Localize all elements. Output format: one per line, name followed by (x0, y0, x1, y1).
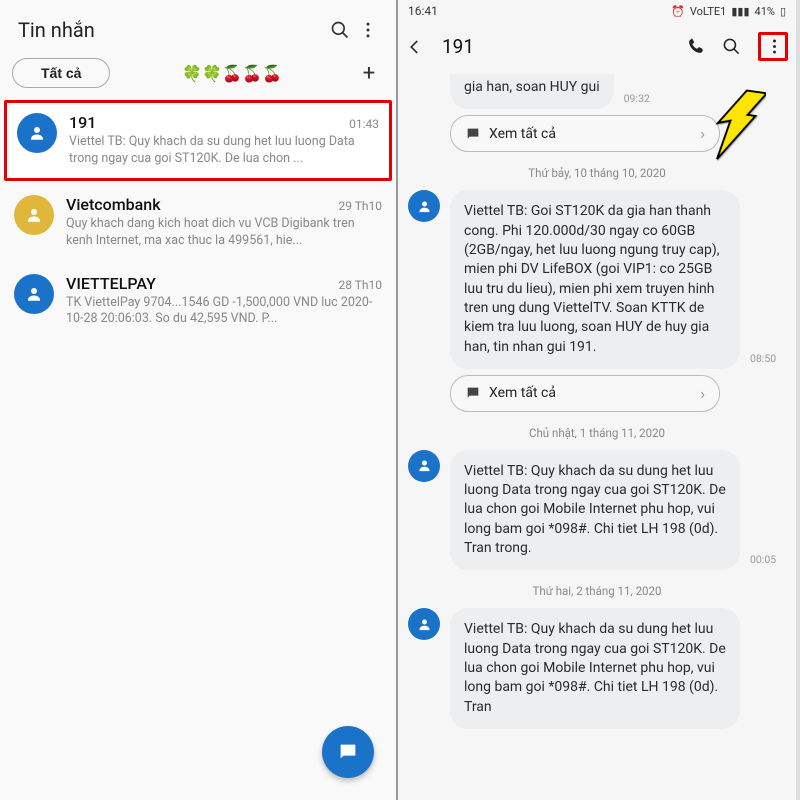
phone-messages-list: Tin nhắn Tất cả 🍀🍀🍒🍒🍒 + 191 01:43 Viettel … (0, 0, 398, 800)
conversation-time: 29 Th10 (339, 199, 383, 213)
view-all-label: Xem tất cả (489, 385, 556, 401)
status-time: 16:41 (408, 4, 438, 18)
avatar (14, 274, 54, 314)
thread-scroll[interactable]: gia han, soan HUY gui 09:32 Xem tất cả ›… (398, 74, 796, 800)
conversation-list: 191 01:43 Viettel TB: Quy khach da su dung… (0, 100, 396, 340)
app-title: Tin nhắn (18, 18, 326, 42)
view-all-label: Xem tất cả (489, 126, 556, 142)
back-icon[interactable] (406, 38, 432, 56)
conversation-preview: TK ViettelPay 9704...1546 GD -1,500,000 … (66, 295, 382, 329)
search-icon[interactable] (722, 37, 752, 56)
date-separator: Chủ nhật, 1 tháng 11, 2020 (408, 426, 786, 440)
chat-icon (465, 126, 481, 142)
battery-text: 41% (755, 5, 775, 18)
conversation-time: 28 Th10 (339, 278, 383, 292)
thread-header: 191 (398, 22, 796, 71)
message-bubble[interactable]: Viettel TB: Quy khach da su dung het luu… (450, 608, 740, 729)
conversation-name: 191 (69, 113, 96, 132)
date-separator: Thứ bảy, 10 tháng 10, 2020 (408, 166, 786, 180)
more-icon[interactable] (354, 16, 382, 44)
conversation-preview: Quy khach dang kich hoat dich vu VCB Dig… (66, 216, 382, 250)
view-all-button[interactable]: Xem tất cả › (450, 375, 720, 412)
date-separator: Thứ hai, 2 tháng 11, 2020 (408, 584, 786, 598)
conversation-time: 01:43 (349, 117, 379, 131)
message-row: gia han, soan HUY gui 09:32 (408, 74, 786, 109)
conversation-item[interactable]: VIETTELPAY 28 Th10 TK ViettelPay 9704...15… (0, 262, 396, 341)
search-icon[interactable] (326, 16, 354, 44)
message-time: 09:32 (624, 92, 650, 109)
phone-thread: 16:41 ⏰ VoLTE1 ▮▮▮ 41% ▯ 191 (398, 0, 796, 800)
message-bubble[interactable]: Viettel TB: Goi ST120K da gia han thanh … (450, 190, 740, 369)
alarm-icon: ⏰ (671, 5, 685, 18)
call-icon[interactable] (686, 37, 716, 56)
status-bar: 16:41 ⏰ VoLTE1 ▮▮▮ 41% ▯ (398, 0, 796, 22)
thread-title[interactable]: 191 (438, 35, 680, 58)
message-row: Viettel TB: Goi ST120K da gia han thanh … (408, 190, 786, 369)
conversation-name: VIETTELPAY (66, 274, 156, 293)
chevron-right-icon: › (700, 124, 705, 143)
list-header: Tin nhắn (0, 0, 396, 52)
avatar (408, 190, 440, 222)
message-time: 00:05 (750, 553, 776, 570)
avatar (408, 450, 440, 482)
message-row: Viettel TB: Quy khach da su dung het luu… (408, 608, 786, 729)
message-time: 08:50 (750, 352, 776, 369)
volte-indicator: VoLTE1 (690, 5, 726, 18)
message-bubble[interactable]: Viettel TB: Quy khach da su dung het luu… (450, 450, 740, 571)
conversation-item[interactable]: Vietcombank 29 Th10 Quy khach dang kich ho… (0, 183, 396, 262)
conversation-item-highlighted[interactable]: 191 01:43 Viettel TB: Quy khach da su dung… (4, 100, 392, 181)
status-icons: ⏰ VoLTE1 ▮▮▮ 41% ▯ (671, 5, 786, 18)
message-row: Viettel TB: Quy khach da su dung het luu… (408, 450, 786, 571)
avatar (408, 608, 440, 640)
avatar (17, 113, 57, 153)
battery-icon: ▯ (780, 5, 786, 18)
compose-fab[interactable] (322, 726, 374, 778)
avatar (14, 195, 54, 235)
emoji-categories[interactable]: 🍀🍀🍒🍒🍒 (120, 64, 344, 83)
conversation-name: Vietcombank (66, 195, 161, 214)
chevron-right-icon: › (700, 384, 705, 403)
message-bubble[interactable]: gia han, soan HUY gui (450, 74, 614, 109)
signal-icon: ▮▮▮ (731, 5, 749, 18)
filter-chip-all[interactable]: Tất cả (12, 58, 110, 88)
more-icon[interactable] (758, 32, 788, 61)
chat-icon (465, 385, 481, 401)
conversation-preview: Viettel TB: Quy khach da su dung het luu… (69, 134, 379, 168)
view-all-button[interactable]: Xem tất cả › (450, 115, 720, 152)
add-category-icon[interactable]: + (354, 61, 384, 86)
filter-row: Tất cả 🍀🍀🍒🍒🍒 + (0, 52, 396, 98)
